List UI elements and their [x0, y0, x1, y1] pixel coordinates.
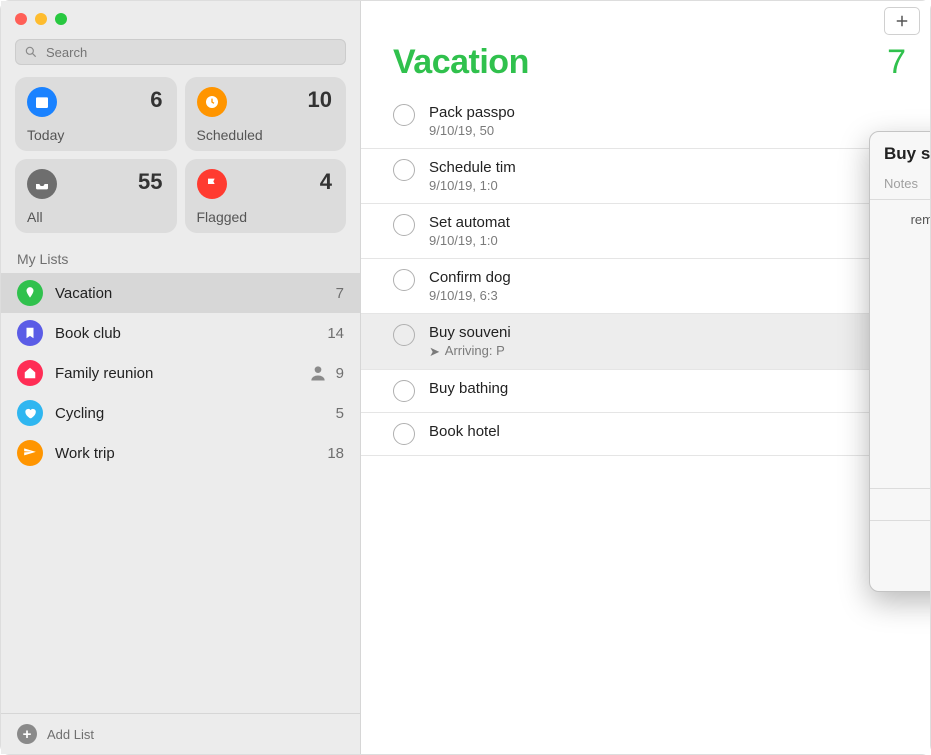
inbox-icon — [27, 169, 57, 199]
new-reminder-button[interactable] — [884, 7, 920, 35]
clock-icon — [197, 87, 227, 117]
reminder-item[interactable]: Set automat 9/10/19, 1:0 — [361, 204, 930, 259]
list-color-icon — [17, 360, 43, 386]
window-controls — [1, 1, 360, 33]
list-count: 7 — [887, 43, 906, 82]
list-name: Book club — [55, 325, 327, 342]
images-label: images — [884, 558, 930, 573]
smart-list-all[interactable]: 55 All — [15, 159, 177, 233]
main-pane: Vacation 7 Pack passpo 9/10/19, 50 Schedul… — [361, 1, 930, 754]
reminder-title: Confirm dog — [429, 269, 906, 286]
today-count: 6 — [150, 87, 162, 113]
all-count: 55 — [138, 169, 162, 195]
complete-toggle[interactable] — [393, 423, 415, 445]
reminder-item[interactable]: Schedule tim 9/10/19, 1:0 — [361, 149, 930, 204]
flagged-label: Flagged — [197, 209, 248, 225]
list-name: Family reunion — [55, 365, 308, 382]
location-arrow-icon: ➤ — [429, 344, 440, 359]
reminder-title: Schedule tim — [429, 159, 906, 176]
list-item-count: 14 — [327, 325, 344, 342]
close-window-button[interactable] — [15, 13, 27, 25]
reminder-detail: 9/10/19, 6:3 — [429, 288, 906, 303]
calendar-icon — [27, 87, 57, 117]
reminder-title: Buy souveni — [429, 324, 906, 341]
reminders-list: Pack passpo 9/10/19, 50 Schedule tim 9/10/1… — [361, 94, 930, 456]
list-item-count: 9 — [336, 365, 344, 382]
minimize-window-button[interactable] — [35, 13, 47, 25]
plus-icon: + — [17, 724, 37, 744]
reminder-detail: ➤ Arriving: P — [429, 343, 906, 359]
list-name: Vacation — [55, 285, 336, 302]
sidebar-list-item[interactable]: Cycling5 — [1, 393, 360, 433]
search-input[interactable] — [44, 44, 337, 61]
reminder-detail: 9/10/19, 1:0 — [429, 178, 906, 193]
reminder-title: Set automat — [429, 214, 906, 231]
list-item-count: 7 — [336, 285, 344, 302]
scheduled-count: 10 — [308, 87, 332, 113]
today-label: Today — [27, 127, 64, 143]
complete-toggle[interactable] — [393, 269, 415, 291]
reminder-title: Pack passpo — [429, 104, 906, 121]
list-color-icon — [17, 280, 43, 306]
complete-toggle[interactable] — [393, 380, 415, 402]
add-list-label: Add List — [47, 727, 94, 742]
sidebar-list-item[interactable]: Family reunion 9 — [1, 353, 360, 393]
reminder-item[interactable]: Buy bathing — [361, 370, 930, 413]
smart-list-today[interactable]: 6 Today — [15, 77, 177, 151]
list-name: Work trip — [55, 445, 327, 462]
complete-toggle[interactable] — [393, 104, 415, 126]
reminder-item[interactable]: Confirm dog 9/10/19, 6:3 — [361, 259, 930, 314]
priority-label: priority — [884, 497, 930, 512]
all-label: All — [27, 209, 43, 225]
notes-field[interactable]: Notes — [870, 176, 930, 199]
add-list-button[interactable]: + Add List — [1, 713, 360, 754]
lists: Vacation7Book club14Family reunion9Cycli… — [1, 273, 360, 713]
smart-lists: 6 Today 10 Scheduled 55 All — [1, 77, 360, 233]
remind-me-label: remind me — [884, 210, 930, 227]
flagged-count: 4 — [320, 169, 332, 195]
complete-toggle[interactable] — [393, 324, 415, 346]
list-color-icon — [17, 400, 43, 426]
reminder-detail: 9/10/19, 1:0 — [429, 233, 906, 248]
reminder-item[interactable]: Book hotel — [361, 413, 930, 456]
reminder-item[interactable]: Buy souveni ➤ Arriving: P — [361, 314, 930, 370]
list-color-icon — [17, 440, 43, 466]
my-lists-heading: My Lists — [1, 233, 360, 273]
reminder-title: Buy bathing — [429, 380, 906, 397]
reminder-detail: 9/10/19, 50 — [429, 123, 906, 138]
complete-toggle[interactable] — [393, 214, 415, 236]
url-label: URL — [884, 529, 930, 544]
search-icon — [24, 45, 38, 59]
sidebar: 6 Today 10 Scheduled 55 All — [1, 1, 361, 754]
search-field[interactable] — [15, 39, 346, 65]
flag-icon — [197, 169, 227, 199]
smart-list-flagged[interactable]: 4 Flagged — [185, 159, 347, 233]
list-item-count: 18 — [327, 445, 344, 462]
list-item-count: 5 — [336, 405, 344, 422]
shared-icon — [308, 363, 328, 383]
reminder-item[interactable]: Pack passpo 9/10/19, 50 — [361, 94, 930, 149]
list-name: Cycling — [55, 405, 336, 422]
list-title: Vacation — [393, 43, 529, 82]
smart-list-scheduled[interactable]: 10 Scheduled — [185, 77, 347, 151]
reminder-details-popover: Buy souvenirs Notes remind me On a Day A… — [869, 131, 930, 592]
sidebar-list-item[interactable]: Vacation7 — [1, 273, 360, 313]
complete-toggle[interactable] — [393, 159, 415, 181]
popover-title[interactable]: Buy souvenirs — [884, 144, 930, 164]
sidebar-list-item[interactable]: Work trip18 — [1, 433, 360, 473]
scheduled-label: Scheduled — [197, 127, 263, 143]
list-color-icon — [17, 320, 43, 346]
zoom-window-button[interactable] — [55, 13, 67, 25]
sidebar-list-item[interactable]: Book club14 — [1, 313, 360, 353]
reminder-title: Book hotel — [429, 423, 906, 440]
